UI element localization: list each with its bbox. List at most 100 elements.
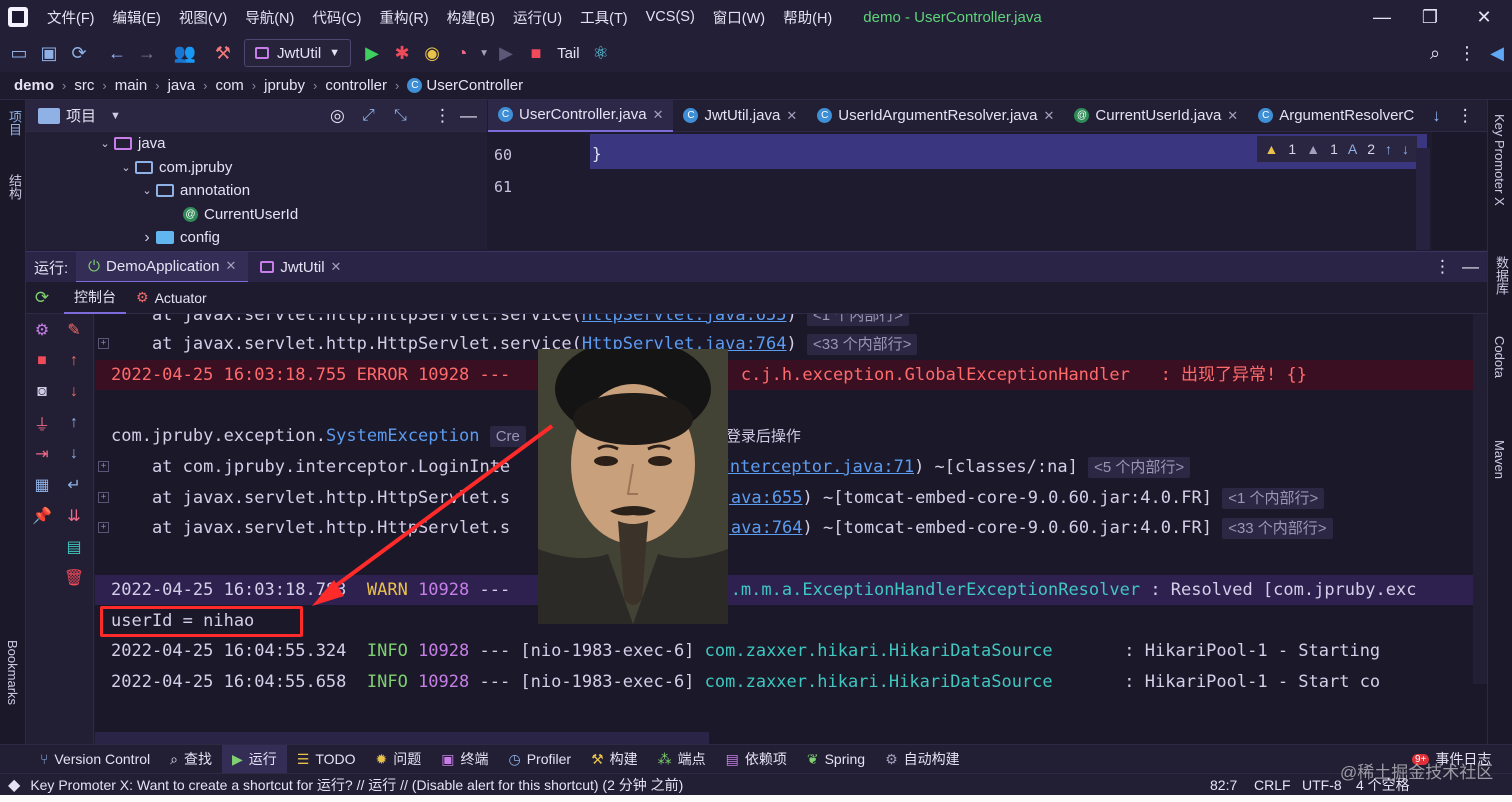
folded-lines-chip[interactable]: <33 个内部行> [807, 334, 918, 355]
crumb-project[interactable]: demo [14, 77, 54, 94]
line-separator[interactable]: CRLF [1254, 777, 1291, 793]
crumb-usercontroller[interactable]: UserController [426, 77, 523, 94]
find-tool[interactable]: ⌕ 查找 [160, 745, 222, 774]
horizontal-scrollbar[interactable] [95, 732, 709, 744]
structure-tool-button[interactable]: 结构 [5, 174, 24, 200]
auto-build-tool[interactable]: ⚙ 自动构建 [875, 745, 970, 774]
run-config-select[interactable]: JwtUtil ▼ [244, 39, 352, 67]
menu-view[interactable]: 视图(V) [170, 7, 236, 28]
close-icon[interactable]: ✕ [1227, 108, 1238, 124]
endpoints-tool[interactable]: ⁂ 端点 [648, 745, 716, 774]
restore-icon[interactable]: ❐ [1406, 0, 1454, 34]
editor-tab-useridargumentresolver-java[interactable]: C UserIdArgumentResolver.java ✕ [807, 100, 1064, 132]
next-highlight-icon[interactable]: ↓ [1402, 141, 1409, 157]
problems-tool[interactable]: ✹ 问题 [366, 745, 432, 774]
scroll-down-icon[interactable]: ↓ [58, 438, 90, 469]
editor-tab-argumentresolverc[interactable]: C ArgumentResolverC [1248, 100, 1424, 132]
spring-tool[interactable]: ❦ Spring [797, 745, 875, 774]
coverage-icon[interactable]: ◉ [417, 38, 447, 68]
stack-link[interactable]: HttpServlet.java:655 [582, 314, 787, 325]
minimap[interactable] [1432, 132, 1487, 250]
soft-wrap-icon[interactable]: ↵ [58, 469, 90, 500]
status-message[interactable]: Key Promoter X: Want to create a shortcu… [30, 775, 683, 795]
editor-tab-usercontroller-java[interactable]: C UserController.java ✕ [488, 99, 674, 132]
chevron-down-icon[interactable]: ⌄ [138, 184, 156, 197]
chevron-down-icon[interactable]: ⌄ [96, 137, 114, 150]
save-icon[interactable]: ▣ [34, 38, 64, 68]
crumb-src[interactable]: src [74, 77, 94, 94]
profiler-tool[interactable]: ◷ Profiler [498, 745, 581, 774]
clear-icon[interactable]: ✎ [58, 314, 90, 345]
bookmarks-tool-button[interactable]: Bookmarks [5, 640, 20, 705]
folded-lines-chip[interactable]: <1 个内部行> [1222, 488, 1325, 509]
hide-panel-icon[interactable]: — [1462, 257, 1479, 277]
scroll-up-icon[interactable]: ↑ [58, 407, 90, 438]
editor-tab-currentuserid-java[interactable]: @ CurrentUserId.java ✕ [1064, 100, 1248, 132]
up-arrow-icon[interactable]: ↑ [58, 345, 90, 376]
more-vertical-icon[interactable]: ⋮ [1449, 106, 1482, 126]
delete-icon[interactable]: 🗑 [58, 562, 90, 593]
tree-item-config[interactable]: › config [26, 226, 487, 250]
options-icon[interactable]: ⋮ [434, 106, 451, 126]
maven-tool-button[interactable]: Maven [1492, 440, 1507, 479]
menu-refactor[interactable]: 重构(R) [370, 7, 437, 28]
layout-icon[interactable]: ▦ [26, 469, 58, 500]
stop-icon[interactable]: ■ [26, 345, 58, 376]
menu-vcs[interactable]: VCS(S) [637, 9, 704, 25]
fold-icon[interactable]: + [98, 492, 109, 503]
menu-file[interactable]: 文件(F) [38, 7, 104, 28]
run-icon[interactable]: ▶ [357, 38, 387, 68]
inspection-widget[interactable]: ▲ 1 ▲ 1 A2 ↑ ↓ [1256, 136, 1417, 162]
tab-list-down-icon[interactable]: ↓ [1424, 106, 1449, 126]
run-tool[interactable]: ▶ 运行 [221, 744, 287, 774]
folded-lines-chip[interactable]: <1 个内部行> [807, 314, 910, 326]
project-tool-button[interactable]: 项目 [5, 110, 24, 136]
camera-icon[interactable]: ◙ [26, 376, 58, 407]
key-promoter-icon[interactable]: ◆ [8, 775, 20, 795]
fold-icon[interactable]: + [98, 522, 109, 533]
scroll-to-end-icon[interactable]: ⇊ [58, 500, 90, 531]
minimize-icon[interactable]: — [1358, 0, 1406, 34]
exit-icon[interactable]: ⇥ [26, 438, 58, 469]
tree-item-java[interactable]: ⌄ java [26, 132, 487, 156]
print-icon[interactable]: ▤ [58, 531, 90, 562]
more-run-chevron-icon[interactable]: ▼ [477, 38, 491, 68]
version-control-tool[interactable]: ⑂ Version Control [30, 745, 160, 774]
file-encoding[interactable]: UTF-8 [1302, 777, 1342, 793]
run-tab-demoapplication[interactable]: ⏻ DemoApplication ✕ [76, 251, 249, 283]
resume-icon[interactable]: ▶ [491, 38, 521, 68]
menu-tools[interactable]: 工具(T) [571, 7, 637, 28]
close-icon[interactable]: ✕ [653, 107, 664, 123]
hide-panel-icon[interactable]: — [460, 106, 477, 126]
more-vertical-icon[interactable]: ⋮ [1452, 38, 1482, 68]
scrollbar[interactable] [1416, 148, 1430, 250]
debug-icon[interactable]: ✱ [387, 38, 417, 68]
caret-position[interactable]: 82:7 [1210, 777, 1237, 793]
menu-help[interactable]: 帮助(H) [774, 7, 841, 28]
chevron-right-icon[interactable]: › [138, 229, 156, 247]
open-folder-icon[interactable]: ▭ [4, 38, 34, 68]
crumb-com[interactable]: com [215, 77, 243, 94]
sync-icon[interactable]: ⟳ [64, 38, 94, 68]
menu-navigate[interactable]: 导航(N) [236, 7, 303, 28]
pin-icon[interactable]: 📌 [26, 500, 58, 531]
down-arrow-icon[interactable]: ↓ [58, 376, 90, 407]
close-icon[interactable]: ✕ [1044, 108, 1055, 124]
close-icon[interactable]: ✕ [786, 108, 797, 124]
crumb-main[interactable]: main [115, 77, 148, 94]
editor-tab-jwtutil-java[interactable]: C JwtUtil.java ✕ [673, 100, 807, 132]
fold-icon[interactable]: + [98, 461, 109, 472]
fold-icon[interactable]: + [98, 338, 109, 349]
close-icon[interactable]: ✕ [331, 259, 342, 275]
tree-item-com-jpruby[interactable]: ⌄ com.jpruby [26, 156, 487, 180]
tail-label[interactable]: Tail [551, 45, 586, 62]
previous-highlight-icon[interactable]: ↑ [1385, 141, 1392, 157]
expand-all-icon[interactable]: ⤢ [362, 107, 375, 125]
console-tab[interactable]: 控制台 [64, 282, 126, 314]
plug-icon[interactable]: ⏚ [26, 407, 58, 438]
settings-gear-icon[interactable]: ⚙ [26, 314, 58, 345]
chevron-down-icon[interactable]: ▼ [110, 110, 121, 122]
menu-run[interactable]: 运行(U) [504, 7, 571, 28]
run-tab-jwtutil[interactable]: JwtUtil ✕ [248, 252, 353, 283]
crumb-controller[interactable]: controller [325, 77, 387, 94]
